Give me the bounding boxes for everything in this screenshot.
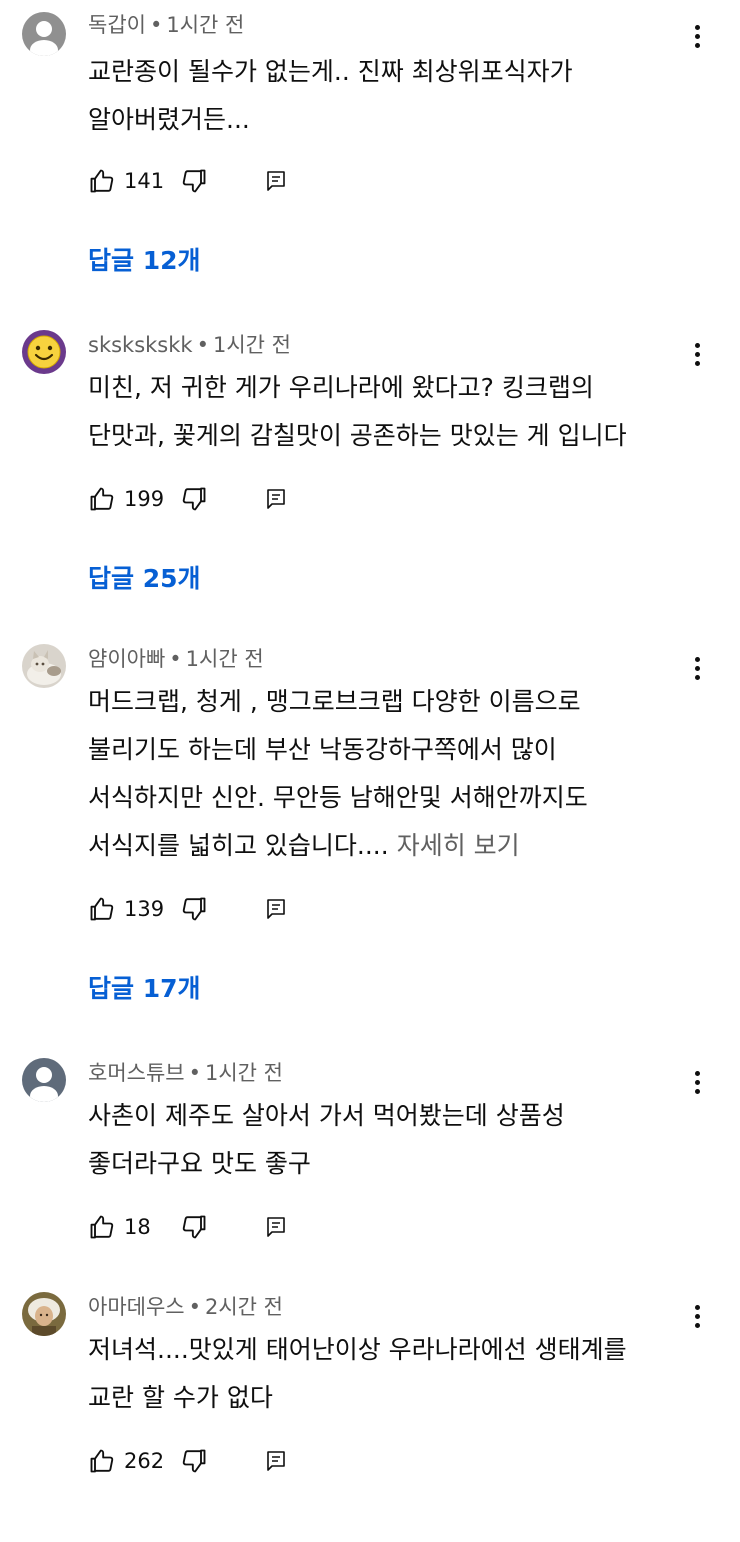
meta-separator: • (169, 647, 182, 671)
comment-actions: 262 (88, 1446, 288, 1476)
reply-icon (267, 489, 285, 509)
comment-line: 머드크랩, 청게 , 맹그로브크랩 다양한 이름으로 (88, 687, 581, 716)
comment-actions: 199 (88, 484, 288, 514)
comment-meta: 아마데우스 • 2시간 전 (88, 1294, 283, 1320)
reply-icon (267, 1451, 285, 1471)
comment-line: 좋더라구요 맛도 좋구 (88, 1149, 311, 1178)
comment-line: 저녀석....맛있게 태어난이상 우라나라에선 생태계를 (88, 1335, 627, 1364)
like-button[interactable]: 262 (88, 1447, 174, 1475)
comment-feed: 독갑이 • 1시간 전 교란종이 될수가 없는게.. 진짜 최상위포식자가 알아버렸… (0, 0, 740, 1542)
reply-button[interactable] (264, 487, 288, 511)
reply-button[interactable] (264, 1215, 288, 1239)
comment-time: 1시간 전 (205, 1061, 283, 1085)
comment-line: 알아버렸거든... (88, 105, 250, 134)
like-button[interactable]: 141 (88, 167, 174, 195)
dislike-button[interactable] (180, 167, 208, 195)
author-name[interactable]: skskskskk (88, 333, 193, 357)
comment-meta: 독갑이 • 1시간 전 (88, 12, 244, 38)
comment-line: 교란종이 될수가 없는게.. 진짜 최상위포식자가 (88, 57, 573, 86)
comment-line: 단맛과, 꽃게의 감칠맛이 공존하는 맛있는 게 입니다 (88, 421, 627, 450)
default-user-icon (22, 1058, 66, 1102)
reply-button[interactable] (264, 169, 288, 193)
meta-separator: • (188, 1295, 201, 1319)
comment-text: 머드크랩, 청게 , 맹그로브크랩 다양한 이름으로 불리기도 하는데 부산 낙… (88, 678, 698, 870)
view-replies-button[interactable]: 답글 17개 (88, 974, 201, 1004)
meta-separator: • (149, 13, 163, 37)
thumbs-up-icon (90, 1449, 114, 1473)
thumbs-down-icon (182, 1449, 206, 1473)
comment-text: 미친, 저 귀한 게가 우리나라에 왔다고? 킹크랩의 단맛과, 꽃게의 감칠맛… (88, 364, 698, 460)
see-more-link[interactable]: 자세히 보기 (397, 831, 520, 860)
thumbs-up-icon (90, 169, 114, 193)
comment-time: 1시간 전 (185, 647, 264, 671)
comment-time: 1시간 전 (212, 333, 291, 357)
thumbs-down-icon (182, 897, 206, 921)
comment-line: 서식지를 넓히고 있습니다.... 자세히 보기 (88, 822, 698, 870)
reply-icon (267, 1217, 285, 1237)
meta-separator: • (196, 333, 209, 357)
reply-button[interactable] (264, 1449, 288, 1473)
like-count: 141 (124, 169, 165, 193)
avatar[interactable] (22, 330, 66, 374)
dislike-button[interactable] (180, 1213, 208, 1241)
default-user-icon (22, 12, 66, 56)
comment-line: 미친, 저 귀한 게가 우리나라에 왔다고? 킹크랩의 (88, 373, 594, 402)
comment-line: 불리기도 하는데 부산 낙동강하구쪽에서 많이 (88, 735, 557, 764)
comment-actions: 139 (88, 894, 288, 924)
comment-line: 교란 할 수가 없다 (88, 1383, 273, 1412)
avatar[interactable] (22, 1292, 66, 1336)
like-button[interactable]: 139 (88, 895, 174, 923)
smiley-face-icon (22, 330, 66, 374)
view-replies-button[interactable]: 답글 12개 (88, 246, 201, 276)
thumbs-down-icon (182, 1215, 206, 1239)
comment-meta: 얌이아빠 • 1시간 전 (88, 646, 264, 672)
comment-time: 2시간 전 (205, 1295, 283, 1319)
comment-line-text: 서식지를 넓히고 있습니다.... (88, 831, 389, 860)
author-name[interactable]: 호머스튜브 (88, 1061, 185, 1085)
portrait-photo-icon (22, 1292, 66, 1336)
comment-text: 교란종이 될수가 없는게.. 진짜 최상위포식자가 알아버렸거든... (88, 48, 698, 144)
comment-line: 서식하지만 신안. 무안등 남해안및 서해안까지도 (88, 783, 588, 812)
like-count: 262 (124, 1449, 165, 1473)
comment-text: 저녀석....맛있게 태어난이상 우라나라에선 생태계를 교란 할 수가 없다 (88, 1326, 698, 1422)
author-name[interactable]: 아마데우스 (88, 1295, 185, 1319)
dislike-button[interactable] (180, 895, 208, 923)
avatar[interactable] (22, 1058, 66, 1102)
reply-icon (267, 899, 285, 919)
view-replies-button[interactable]: 답글 25개 (88, 564, 201, 594)
reply-icon (267, 171, 285, 191)
thumbs-up-icon (90, 897, 114, 921)
cat-photo-icon (22, 644, 66, 688)
reply-button[interactable] (264, 897, 288, 921)
thumbs-up-icon (90, 487, 114, 511)
meta-separator: • (188, 1061, 201, 1085)
avatar[interactable] (22, 644, 66, 688)
comment-actions: 18 (88, 1212, 288, 1242)
like-count: 199 (124, 487, 165, 511)
like-count: 139 (124, 897, 165, 921)
comment-time: 1시간 전 (166, 13, 245, 37)
author-name[interactable]: 얌이아빠 (88, 647, 165, 671)
like-button[interactable]: 199 (88, 485, 174, 513)
thumbs-down-icon (182, 169, 206, 193)
comment-actions: 141 (88, 166, 288, 196)
comment-line: 사촌이 제주도 살아서 가서 먹어봤는데 상품성 (88, 1101, 565, 1130)
thumbs-down-icon (182, 487, 206, 511)
avatar[interactable] (22, 12, 66, 56)
thumbs-up-icon (90, 1215, 114, 1239)
like-count: 18 (124, 1215, 151, 1239)
comment-meta: 호머스튜브 • 1시간 전 (88, 1060, 283, 1086)
dislike-button[interactable] (180, 485, 208, 513)
dislike-button[interactable] (180, 1447, 208, 1475)
like-button[interactable]: 18 (88, 1213, 174, 1241)
comment-text: 사촌이 제주도 살아서 가서 먹어봤는데 상품성 좋더라구요 맛도 좋구 (88, 1092, 698, 1188)
author-name[interactable]: 독갑이 (88, 13, 146, 37)
comment-meta: skskskskk • 1시간 전 (88, 332, 291, 358)
